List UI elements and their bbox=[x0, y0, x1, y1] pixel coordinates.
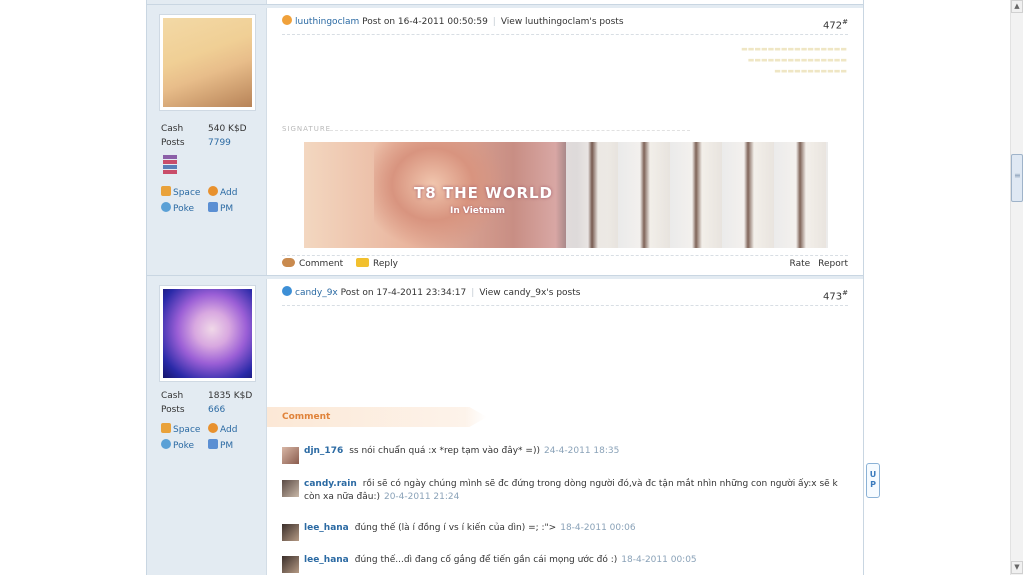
post-time: Post on 17-4-2011 23:34:17 bbox=[340, 288, 467, 298]
home-icon bbox=[161, 423, 171, 433]
comment-avatar[interactable] bbox=[282, 524, 299, 541]
pm-link[interactable]: PM bbox=[208, 201, 255, 217]
posts-label: Posts bbox=[161, 138, 185, 148]
signature-label: SIGNATURE bbox=[282, 125, 692, 133]
post-time: Post on 16-4-2011 00:50:59 bbox=[362, 17, 488, 27]
star-icon bbox=[282, 286, 292, 296]
avatar-image bbox=[163, 289, 252, 378]
scroll-down-arrow-icon[interactable]: ▼ bbox=[1011, 561, 1023, 574]
comment-time: 18-4-2011 00:06 bbox=[560, 523, 636, 533]
comment-item: djn_176 ss nói chuẩn quá :x *rep tạm vào … bbox=[282, 445, 848, 464]
pm-link[interactable]: PM bbox=[208, 438, 255, 454]
post-separator bbox=[147, 4, 863, 8]
signature-banner[interactable]: T8 THE WORLD In Vietnam bbox=[304, 142, 828, 248]
home-icon bbox=[161, 186, 171, 196]
poke-icon bbox=[161, 202, 171, 212]
comment-item: lee_hana đúng thế (là í đồng í vs í kiến … bbox=[282, 522, 848, 541]
space-link[interactable]: Space bbox=[161, 185, 208, 201]
star-icon bbox=[282, 15, 292, 25]
add-friend-link[interactable]: Add bbox=[208, 422, 255, 438]
view-posts-link[interactable]: View candy_9x's posts bbox=[479, 288, 580, 298]
cash-value: 1835 K$D bbox=[208, 391, 253, 401]
author-stats: Cash 1835 K$D Posts 666 bbox=[161, 389, 261, 417]
author-actions: Space Add Poke PM bbox=[161, 422, 265, 454]
rate-link[interactable]: Rate bbox=[790, 259, 811, 269]
post-header: luuthingoclam Post on 16-4-2011 00:50:59… bbox=[282, 11, 848, 35]
comment-text: ss nói chuẩn quá :x *rep tạm vào đây* =)… bbox=[349, 446, 540, 456]
post-number[interactable]: 472# bbox=[823, 11, 848, 37]
forum-thread: Cash 540 K$D Posts 7799 Space Add Poke PM lu… bbox=[146, 0, 864, 575]
poke-icon bbox=[161, 439, 171, 449]
comment-user-link[interactable]: lee_hana bbox=[304, 555, 349, 565]
post-number[interactable]: 473# bbox=[823, 282, 848, 308]
comment-user-link[interactable]: lee_hana bbox=[304, 523, 349, 533]
comment-button[interactable]: Comment bbox=[282, 256, 343, 272]
add-friend-icon bbox=[208, 186, 218, 196]
banner-subtitle: In Vietnam bbox=[450, 206, 506, 216]
comment-avatar[interactable] bbox=[282, 556, 299, 573]
comment-text: đúng thế...dì đang cố gắng để tiến gần c… bbox=[354, 555, 618, 565]
posts-count-link[interactable]: 7799 bbox=[208, 138, 231, 148]
back-to-top-button[interactable]: UP bbox=[866, 463, 880, 498]
posts-label: Posts bbox=[161, 405, 185, 415]
banner-title: T8 THE WORLD bbox=[414, 184, 554, 202]
cash-value: 540 K$D bbox=[208, 124, 247, 134]
comment-text: đúng thế (là í đồng í vs í kiến của dìn)… bbox=[354, 523, 557, 533]
mail-icon bbox=[208, 439, 218, 449]
author-stats: Cash 540 K$D Posts 7799 bbox=[161, 122, 261, 150]
avatar-image bbox=[163, 18, 252, 107]
scroll-up-arrow-icon[interactable]: ▲ bbox=[1011, 0, 1023, 13]
post-header: candy_9x Post on 17-4-2011 23:34:17 | View… bbox=[282, 282, 848, 306]
scrollbar-thumb[interactable] bbox=[1011, 154, 1023, 202]
comment-item: candy.rain rồi sẽ có ngày chúng mình sẽ đ… bbox=[282, 478, 848, 504]
faint-text: ▬▬▬▬▬▬▬▬▬▬▬▬▬▬▬▬ ▬▬▬▬▬▬▬▬▬▬▬▬▬▬▬ ▬▬▬▬▬▬▬▬▬… bbox=[741, 45, 847, 75]
author-actions: Space Add Poke PM bbox=[161, 185, 265, 217]
avatar[interactable] bbox=[159, 14, 256, 111]
comment-user-link[interactable]: djn_176 bbox=[304, 446, 343, 456]
mail-icon bbox=[208, 202, 218, 212]
medal-icon bbox=[163, 155, 177, 179]
post-footer: Comment Reply Rate Report bbox=[282, 255, 848, 271]
reply-button[interactable]: Reply bbox=[355, 256, 398, 272]
comment-avatar[interactable] bbox=[282, 447, 299, 464]
reply-icon bbox=[355, 258, 369, 267]
banner-group-photo bbox=[566, 142, 828, 248]
comment-avatar[interactable] bbox=[282, 480, 299, 497]
cash-label: Cash bbox=[161, 391, 184, 401]
post-separator bbox=[147, 275, 863, 279]
comment-time: 24-4-2011 18:35 bbox=[543, 446, 620, 456]
forum-page: Cash 540 K$D Posts 7799 Space Add Poke PM lu… bbox=[0, 0, 1023, 575]
add-friend-link[interactable]: Add bbox=[208, 185, 255, 201]
author-link[interactable]: luuthingoclam bbox=[295, 17, 359, 27]
comment-icon bbox=[282, 258, 295, 267]
author-link[interactable]: candy_9x bbox=[295, 288, 338, 298]
comment-section-title: Comment bbox=[267, 407, 487, 427]
poke-link[interactable]: Poke bbox=[161, 201, 208, 217]
comment-time: 20-4-2011 21:24 bbox=[383, 492, 460, 502]
posts-count-link[interactable]: 666 bbox=[208, 405, 225, 415]
report-link[interactable]: Report bbox=[818, 259, 848, 269]
poke-link[interactable]: Poke bbox=[161, 438, 208, 454]
cash-label: Cash bbox=[161, 124, 184, 134]
comment-item: lee_hana đúng thế...dì đang cố gắng để ti… bbox=[282, 554, 848, 573]
page-scrollbar[interactable]: ▲ ▼ bbox=[1010, 0, 1023, 575]
comment-time: 18-4-2011 00:05 bbox=[621, 555, 697, 565]
add-friend-icon bbox=[208, 423, 218, 433]
comment-user-link[interactable]: candy.rain bbox=[304, 479, 357, 489]
avatar[interactable] bbox=[159, 285, 256, 382]
view-posts-link[interactable]: View luuthingoclam's posts bbox=[501, 17, 624, 27]
space-link[interactable]: Space bbox=[161, 422, 208, 438]
